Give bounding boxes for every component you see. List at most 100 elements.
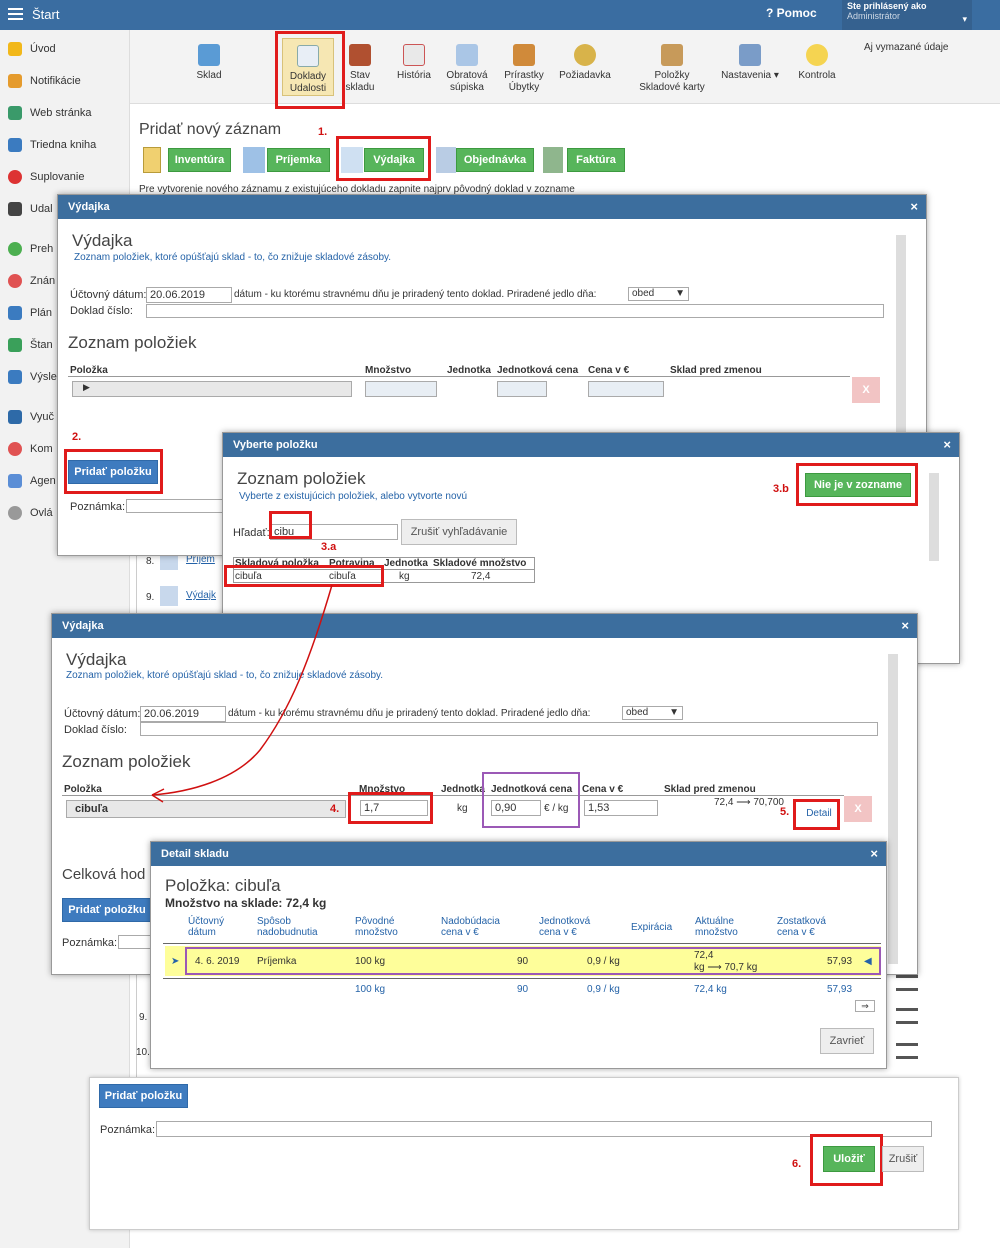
add-item-button[interactable]: Pridať položku — [62, 898, 152, 922]
result-mnozstvo[interactable]: 72,4 — [471, 571, 490, 582]
gear-icon — [8, 506, 22, 520]
add-item-button[interactable]: Pridať položku — [99, 1084, 188, 1108]
result-jednotka[interactable]: kg — [399, 571, 410, 582]
faktura-button[interactable]: Faktúra — [567, 148, 625, 172]
highlight-save — [810, 1134, 883, 1186]
menu-icon[interactable] — [8, 8, 23, 20]
close-icon[interactable]: × — [901, 618, 909, 633]
calendar-icon — [403, 44, 425, 66]
remove-row-button[interactable]: X — [844, 796, 872, 822]
sidebar-item-agenda[interactable]: Agen — [8, 474, 56, 494]
mnozstvo-input[interactable] — [365, 381, 437, 397]
celkova-heading: Celková hod — [62, 866, 146, 883]
export-icon[interactable]: ⇒ — [855, 1000, 875, 1012]
prijemka-button[interactable]: Príjemka — [267, 148, 330, 172]
cena-input[interactable]: 1,53 — [584, 800, 658, 816]
tool-polozky[interactable]: Položky Skladové karty — [634, 38, 710, 94]
col-aktualne: Aktuálne množstvo — [695, 916, 738, 938]
deleted-toggle-label[interactable]: Aj vymazané údaje — [864, 42, 949, 53]
doklad-label: Doklad číslo: — [70, 305, 133, 317]
list-icon[interactable] — [896, 975, 918, 991]
datum-input[interactable]: 20.06.2019 — [146, 287, 232, 303]
row-number: 8. — [146, 556, 155, 567]
sidebar-item-ovladanie[interactable]: Ovlá — [8, 506, 53, 526]
user-box[interactable]: Ste prihlásený ako Administrátor ▾ — [842, 0, 972, 30]
jcena-input[interactable] — [497, 381, 547, 397]
col-cena: Cena v € — [582, 784, 624, 795]
poznamka-label: Poznámka: — [70, 501, 126, 513]
sidebar-item-komunikacia[interactable]: Kom — [8, 442, 53, 462]
col-nadobudacia: Nadobúdacia cena v € — [441, 916, 500, 938]
row-akt2: kg ⟶ 70,7 kg — [694, 962, 758, 973]
poznamka-input[interactable] — [126, 499, 226, 513]
highlight-vydajka — [336, 136, 431, 181]
scrollbar[interactable] — [888, 654, 898, 964]
sidebar-label: Vyuč — [30, 410, 55, 423]
sidebar-item-web[interactable]: Web stránka — [8, 106, 92, 126]
app-title[interactable]: Štart — [32, 7, 59, 22]
row-nadob: 90 — [517, 956, 529, 967]
row-arrow-icon: ➤ — [171, 956, 180, 967]
cena-input[interactable] — [588, 381, 664, 397]
tool-obratova[interactable]: Obratová súpiska — [442, 38, 492, 94]
sidebar-item-prehlad[interactable]: Preh — [8, 242, 53, 262]
tool-stav[interactable]: Stav skladu — [340, 38, 380, 94]
col-sklad: Sklad pred zmenou — [664, 784, 756, 795]
list-icon[interactable] — [896, 1043, 918, 1059]
sidebar-item-suplovanie[interactable]: Suplovanie — [8, 170, 84, 190]
sidebar-item-standardy[interactable]: Štan — [8, 338, 53, 358]
sidebar-label: Kom — [30, 442, 53, 455]
row-akt: 72,4 — [694, 950, 714, 961]
sidebar-item-znamky[interactable]: Znán — [8, 274, 55, 294]
tool-sklad[interactable]: Sklad — [190, 38, 228, 82]
dialog-title: Detail skladu — [161, 848, 229, 860]
highlight-unit-price — [482, 772, 580, 828]
datum-label: Účtovný dátum: — [70, 289, 147, 301]
doklad-input[interactable] — [146, 304, 884, 318]
cancel-button[interactable]: Zrušiť — [882, 1146, 924, 1172]
jedlo-select[interactable]: obed ▼ — [628, 287, 689, 301]
tool-label: Kontrola — [798, 70, 836, 81]
scrollbar[interactable] — [929, 473, 939, 561]
receipt-icon — [243, 147, 265, 173]
close-icon[interactable]: × — [870, 846, 878, 861]
tool-prirastky[interactable]: Prírastky Úbytky — [500, 38, 548, 94]
jedlo-select[interactable]: obed ▼ — [622, 706, 683, 720]
col-cena: Cena v € — [588, 365, 630, 376]
remove-row-button[interactable]: X — [852, 377, 880, 403]
highlight-mnozstvo — [348, 792, 433, 824]
tool-poziadavka[interactable]: Požiadavka — [554, 38, 616, 82]
col-polozka: Položka — [64, 784, 102, 795]
sidebar-item-vyucba[interactable]: Vyuč — [8, 410, 54, 430]
close-button[interactable]: Zavrieť — [820, 1028, 874, 1054]
col-mnozstvo: Množstvo — [365, 365, 412, 376]
close-icon[interactable]: × — [943, 437, 951, 452]
order-icon — [436, 147, 456, 173]
step-3b: 3.b — [773, 483, 789, 495]
tool-kontrola[interactable]: Kontrola — [794, 38, 840, 82]
sidebar-item-uvod[interactable]: Úvod — [8, 42, 56, 62]
objednavka-button[interactable]: Objednávka — [456, 148, 534, 172]
dialog-title: Vyberte položku — [233, 439, 318, 451]
highlight-detail — [793, 799, 840, 830]
sidebar-label: Štan — [30, 338, 53, 351]
tool-nastavenia[interactable]: Nastavenia ▾ — [716, 38, 784, 82]
inventura-button[interactable]: Inventúra — [168, 148, 231, 172]
list-icon[interactable] — [896, 1008, 918, 1024]
sidebar-item-plany[interactable]: Plán — [8, 306, 52, 326]
close-icon[interactable]: × — [910, 199, 918, 214]
col-jednotkova: Jednotková cena v € — [539, 916, 591, 938]
help-link[interactable]: ? Pomoc — [766, 6, 817, 20]
sidebar-item-triedna[interactable]: Triedna kniha — [8, 138, 96, 158]
chevron-down-icon: ▼ — [669, 707, 679, 718]
sidebar-item-udalosti[interactable]: Udal — [8, 202, 53, 222]
clear-search-button[interactable]: Zrušiť vyhľadávanie — [401, 519, 517, 545]
step-6: 6. — [792, 1158, 802, 1170]
tool-historia[interactable]: História — [392, 38, 436, 82]
row-arrow-left-icon: ◀ — [864, 956, 872, 967]
bottom-panel: Pridať položku Poznámka: 6. Uložiť Zruši… — [89, 1077, 959, 1230]
sidebar-item-notifikacie[interactable]: Notifikácie — [8, 74, 81, 94]
sidebar-item-vysledky[interactable]: Výsle — [8, 370, 57, 390]
item-selector[interactable]: ▶ — [72, 381, 352, 397]
row-povodne: 100 kg — [355, 956, 386, 967]
